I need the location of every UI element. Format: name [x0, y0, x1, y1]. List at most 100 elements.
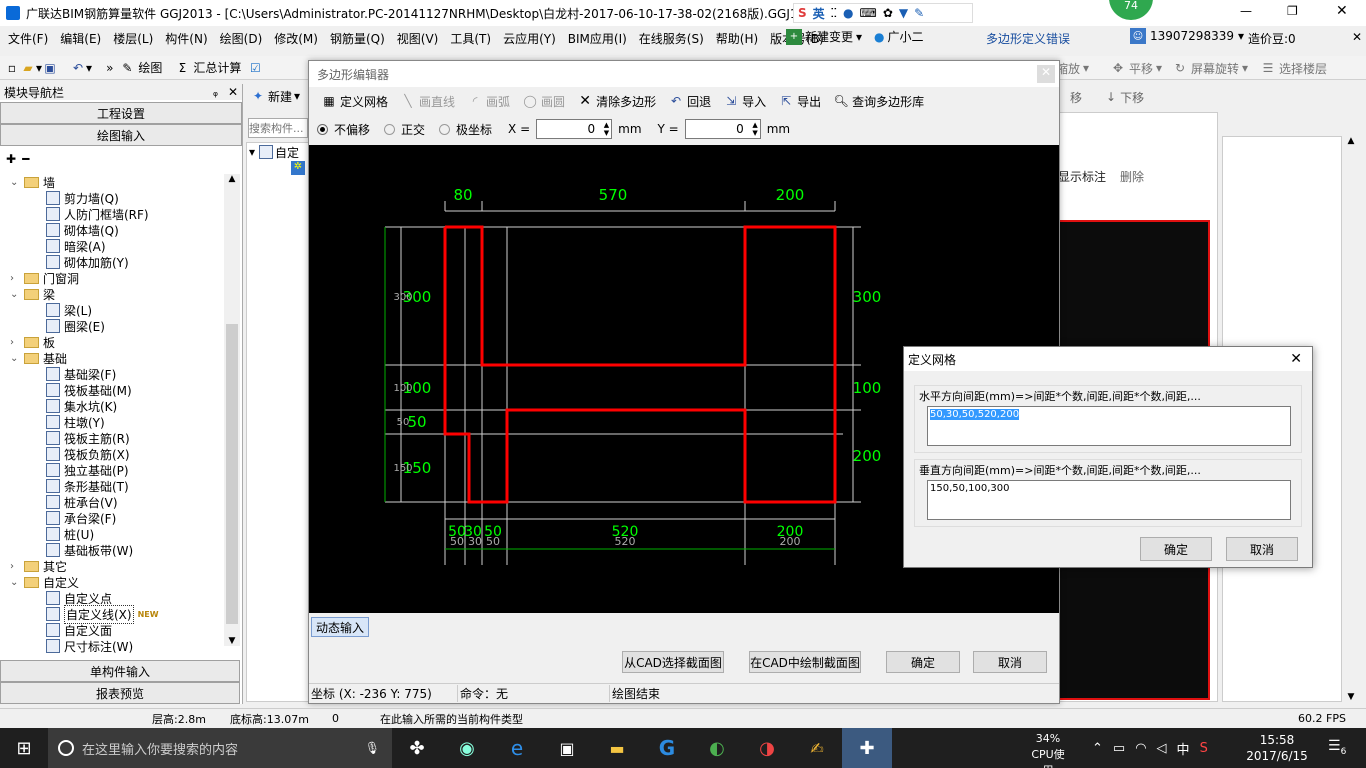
- user-account[interactable]: ☺ 13907298339 ▾: [1130, 28, 1244, 44]
- glodon-g-icon[interactable]: G: [642, 736, 692, 760]
- tree-item[interactable]: 砌体加筋(Y): [0, 254, 226, 270]
- explorer-icon[interactable]: ▬: [592, 739, 642, 758]
- undo-icon[interactable]: ↶: [70, 60, 86, 76]
- draw-arc-button[interactable]: ◜ 画弧: [461, 90, 516, 112]
- clear-polygon-button[interactable]: ✕ 清除多边形: [571, 90, 662, 112]
- tree-item[interactable]: 砌体墙(Q): [0, 222, 226, 238]
- mic-icon[interactable]: ●: [843, 6, 853, 20]
- clock[interactable]: 15:58 2017/6/15: [1246, 732, 1308, 764]
- editor-ok-button[interactable]: 确定: [886, 651, 960, 673]
- taskbar-search[interactable]: 在这里输入你要搜索的内容 🎙︎: [48, 728, 392, 768]
- notes-icon[interactable]: ✍: [792, 739, 842, 758]
- menu-item[interactable]: 在线服务(S): [633, 30, 710, 47]
- single-input-tab[interactable]: 单构件输入: [0, 660, 240, 682]
- tree-item[interactable]: ⌄ 自定义: [0, 574, 226, 590]
- maximize-icon[interactable]: ❐: [1287, 4, 1298, 18]
- grid-ok-button[interactable]: 确定: [1140, 537, 1212, 561]
- query-library-button[interactable]: 🔍︎ 查询多边形库: [827, 90, 930, 112]
- menu-item[interactable]: 钢筋量(Q): [324, 30, 391, 47]
- store-icon[interactable]: ▣: [542, 739, 592, 758]
- scroll-thumb[interactable]: [226, 324, 238, 624]
- draw-circle-button[interactable]: ◯ 画圆: [516, 90, 571, 112]
- open-icon[interactable]: ▰: [20, 60, 36, 76]
- tree-item[interactable]: 剪力墙(Q): [0, 190, 226, 206]
- import-button[interactable]: ⇲ 导入: [717, 90, 772, 112]
- expand-toggle-icon[interactable]: ›: [10, 561, 20, 572]
- menu-item[interactable]: 绘图(D): [214, 30, 269, 47]
- tree-item[interactable]: 尺寸标注(W): [0, 638, 226, 654]
- menu-item[interactable]: 工具(T): [444, 30, 497, 47]
- tree-item[interactable]: 桩(U): [0, 526, 226, 542]
- tree-item[interactable]: 桩承台(V): [0, 494, 226, 510]
- menu-assistant[interactable]: ● 广小二: [874, 28, 924, 45]
- tree-item[interactable]: 自定义线(X) NEW: [0, 604, 226, 624]
- tree-selected[interactable]: ✲: [291, 161, 305, 175]
- tree-item[interactable]: 筏板主筋(R): [0, 430, 226, 446]
- tree-item[interactable]: ⌄ 梁: [0, 286, 226, 302]
- score-badge[interactable]: 74: [1109, 0, 1153, 20]
- expand-all-icon[interactable]: ✚: [6, 152, 16, 166]
- menu-item[interactable]: 修改(M): [268, 30, 324, 47]
- menu-item[interactable]: 构件(N): [159, 30, 213, 47]
- menu-item[interactable]: BIM应用(I): [562, 30, 633, 47]
- tree-item[interactable]: 独立基础(P): [0, 462, 226, 478]
- expand-toggle-icon[interactable]: ⌄: [10, 289, 20, 300]
- in-cad-button[interactable]: 在CAD中绘制截面图: [749, 651, 861, 673]
- punct-icon[interactable]: ⵆ: [831, 6, 837, 20]
- tree-item[interactable]: 筏板负筋(X): [0, 446, 226, 462]
- menu-item[interactable]: 帮助(H): [710, 30, 764, 47]
- sum-button[interactable]: Σ 汇总计算: [168, 57, 247, 79]
- tree-item[interactable]: › 其它: [0, 558, 226, 574]
- pan-button[interactable]: ✥ 平移 ▾: [1104, 57, 1168, 79]
- radio-polar[interactable]: [439, 123, 451, 135]
- tree-item[interactable]: 集水坑(K): [0, 398, 226, 414]
- tree-item[interactable]: 基础梁(F): [0, 366, 226, 382]
- from-cad-button[interactable]: 从CAD选择截面图: [622, 651, 724, 673]
- app-fan-icon[interactable]: ✤: [392, 738, 442, 759]
- more-icon[interactable]: »: [106, 61, 113, 75]
- nav-close-icon[interactable]: ✕: [228, 85, 238, 99]
- tree-item[interactable]: 条形基础(T): [0, 478, 226, 494]
- tray-wifi-icon[interactable]: ◠: [1135, 741, 1146, 756]
- tree-item[interactable]: 筏板基础(M): [0, 382, 226, 398]
- radio-no-offset[interactable]: [317, 123, 328, 135]
- menu-item[interactable]: 云应用(Y): [497, 30, 562, 47]
- tree-item[interactable]: 柱墩(Y): [0, 414, 226, 430]
- minimize-icon[interactable]: —: [1240, 4, 1252, 18]
- edge-icon[interactable]: e: [492, 736, 542, 760]
- ime-lang[interactable]: 英: [813, 5, 825, 22]
- h-spacing-input[interactable]: 50,30,50,520,200: [927, 406, 1291, 446]
- grid-cancel-button[interactable]: 取消: [1226, 537, 1298, 561]
- expand-toggle-icon[interactable]: ⌄: [10, 353, 20, 364]
- dynamic-input-button[interactable]: 动态输入: [311, 617, 369, 637]
- glodon-cloud-icon[interactable]: ◑: [742, 738, 792, 759]
- tree-item[interactable]: › 板: [0, 334, 226, 350]
- skin-icon[interactable]: ✿: [883, 6, 893, 20]
- new-component-button[interactable]: ✦ 新建 ▾: [246, 84, 310, 108]
- keyboard-icon[interactable]: ⌨: [859, 6, 876, 20]
- radio-ortho[interactable]: [384, 123, 396, 135]
- select-floor-button[interactable]: ☰ 选择楼层: [1254, 57, 1333, 79]
- menu-new-change[interactable]: + 新建变更 ▾: [786, 28, 862, 45]
- tree-item[interactable]: 暗梁(A): [0, 238, 226, 254]
- expand-toggle-icon[interactable]: ›: [10, 337, 20, 348]
- x-input[interactable]: 0 ▲ ▼: [536, 119, 613, 139]
- v-spacing-input[interactable]: 150,50,100,300: [927, 480, 1291, 520]
- menu-item[interactable]: 楼层(L): [107, 30, 159, 47]
- save-icon[interactable]: ▣: [42, 60, 58, 76]
- grid-dialog-close-icon[interactable]: ✕: [1290, 351, 1302, 367]
- windows-start-icon[interactable]: ⊞: [0, 738, 48, 759]
- menu-item[interactable]: 文件(F): [2, 30, 54, 47]
- tray-sogou-icon[interactable]: S: [1200, 741, 1208, 756]
- rotate-button[interactable]: ↻ 屏幕旋转 ▾: [1166, 57, 1254, 79]
- tree-item[interactable]: 梁(L): [0, 302, 226, 318]
- report-tab[interactable]: 报表预览: [0, 682, 240, 704]
- tree-item[interactable]: › 门窗洞: [0, 270, 226, 286]
- tree-item[interactable]: 自定义面: [0, 622, 226, 638]
- tray-network-icon[interactable]: ▭: [1113, 741, 1125, 756]
- right-scrollbar[interactable]: ▲ ▼: [1342, 136, 1360, 702]
- expand-toggle-icon[interactable]: ⌄: [10, 177, 20, 188]
- export-button[interactable]: ⇱ 导出: [772, 90, 827, 112]
- draw-input-tab[interactable]: 绘图输入: [0, 124, 242, 146]
- tree-item[interactable]: 圈梁(E): [0, 318, 226, 334]
